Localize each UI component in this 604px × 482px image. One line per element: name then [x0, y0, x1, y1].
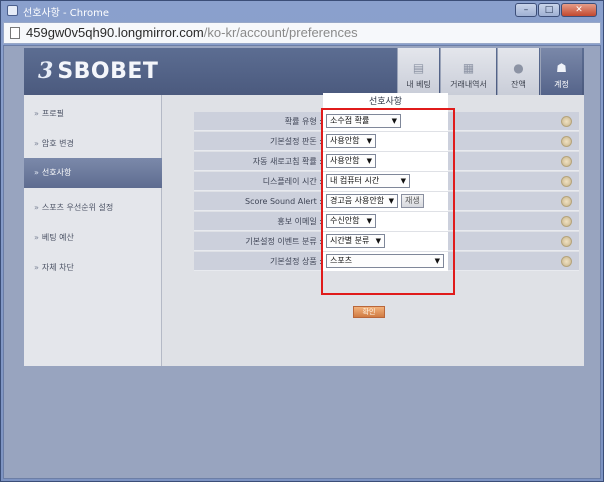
- logo-mark-icon: 3: [38, 58, 54, 84]
- pref-label: Score Sound Alert :: [245, 197, 322, 206]
- tab-account[interactable]: ☗ 계정: [540, 48, 582, 95]
- sidebar-item-profile[interactable]: » 프로필: [24, 99, 162, 129]
- help-icon[interactable]: [561, 136, 572, 147]
- site-header: 3 SBOBET ▤ 내 베팅 ▦ 거래내역서 ● 잔액 ☗ 계정: [24, 48, 584, 95]
- pref-label: 기본설정 이벤트 분류 :: [245, 237, 322, 246]
- coin-icon: ●: [513, 61, 524, 75]
- pref-label: 기본설정 상품 :: [270, 257, 322, 266]
- sidebar-item-sports-priority[interactable]: » 스포츠 우선순위 설정: [24, 193, 162, 223]
- page-favicon-icon: [7, 5, 18, 16]
- window-title: 선호사항 - Chrome: [23, 8, 109, 19]
- help-icon[interactable]: [561, 176, 572, 187]
- tab-balance[interactable]: ● 잔액: [497, 48, 539, 95]
- maximize-button[interactable]: □: [538, 3, 560, 17]
- account-page: 3 SBOBET ▤ 내 베팅 ▦ 거래내역서 ● 잔액 ☗ 계정 » 프로필 …: [24, 48, 584, 366]
- sidebar-item-betting-budget[interactable]: » 베팅 예산: [24, 223, 162, 253]
- help-icon[interactable]: [561, 156, 572, 167]
- document-icon: ▤: [412, 61, 425, 75]
- user-icon: ☗: [556, 61, 567, 75]
- tab-label: 거래내역서: [450, 80, 487, 89]
- highlight-box: [321, 108, 455, 295]
- logo-text: SBOBET: [57, 58, 159, 84]
- account-sidebar: » 프로필 » 암호 변경 » 선호사항 » 스포츠 우선순위 설정 » 베팅 예산 » 자…: [24, 95, 162, 366]
- sidebar-item-label: 프로필: [41, 109, 64, 118]
- ledger-icon: ▦: [462, 61, 475, 75]
- url-path: /ko-kr/account/preferences: [203, 25, 358, 40]
- double-chevron-icon: »: [34, 168, 39, 177]
- url-text[interactable]: 459gw0v5qh90.longmirror.com/ko-kr/accoun…: [26, 25, 358, 40]
- confirm-button[interactable]: 확인: [353, 306, 385, 318]
- page-viewport: 3 SBOBET ▤ 내 베팅 ▦ 거래내역서 ● 잔액 ☗ 계정 » 프로필 …: [3, 45, 601, 479]
- double-chevron-icon: »: [34, 233, 39, 242]
- sidebar-item-label: 베팅 예산: [41, 233, 74, 242]
- title-bar: 선호사항 - Chrome – □ ✕: [1, 1, 603, 21]
- double-chevron-icon: »: [34, 203, 39, 212]
- sbobet-logo[interactable]: 3 SBOBET: [38, 58, 158, 84]
- sidebar-item-label: 선호사항: [41, 168, 72, 177]
- tab-label: 잔액: [511, 80, 526, 89]
- help-icon[interactable]: [561, 116, 572, 127]
- pref-label: 디스플레이 시간 :: [262, 177, 322, 186]
- pref-label: 홍보 이메일 :: [277, 217, 322, 226]
- minimize-button[interactable]: –: [515, 3, 537, 17]
- window-controls: – □ ✕: [515, 3, 597, 17]
- double-chevron-icon: »: [34, 139, 39, 148]
- pref-label: 확률 유형 :: [284, 117, 322, 126]
- sidebar-item-label: 자체 차단: [41, 263, 74, 272]
- help-icon[interactable]: [561, 236, 572, 247]
- help-icon[interactable]: [561, 216, 572, 227]
- account-nav-tabs: ▤ 내 베팅 ▦ 거래내역서 ● 잔액 ☗ 계정: [396, 48, 582, 95]
- tab-label: 계정: [554, 80, 569, 89]
- tab-label: 내 베팅: [406, 80, 431, 89]
- help-icon[interactable]: [561, 196, 572, 207]
- sidebar-item-preferences[interactable]: » 선호사항: [24, 158, 162, 188]
- address-bar[interactable]: 459gw0v5qh90.longmirror.com/ko-kr/accoun…: [3, 22, 601, 44]
- sidebar-item-label: 스포츠 우선순위 설정: [41, 203, 114, 212]
- double-chevron-icon: »: [34, 109, 39, 118]
- help-icon[interactable]: [561, 256, 572, 267]
- sidebar-item-label: 암호 변경: [41, 139, 74, 148]
- browser-window: 선호사항 - Chrome – □ ✕ 459gw0v5qh90.longmir…: [0, 0, 604, 482]
- tab-statement[interactable]: ▦ 거래내역서: [440, 48, 496, 95]
- page-document-icon: [10, 27, 20, 39]
- tab-my-bets[interactable]: ▤ 내 베팅: [397, 48, 439, 95]
- sidebar-item-change-password[interactable]: » 암호 변경: [24, 129, 162, 159]
- pref-label: 자동 새로고침 확률 :: [252, 157, 322, 166]
- url-host: 459gw0v5qh90.longmirror.com: [26, 25, 204, 40]
- pref-label: 기본설정 판돈 :: [270, 137, 322, 146]
- double-chevron-icon: »: [34, 263, 39, 272]
- sidebar-item-self-exclusion[interactable]: » 자체 차단: [24, 253, 162, 283]
- close-button[interactable]: ✕: [561, 3, 597, 17]
